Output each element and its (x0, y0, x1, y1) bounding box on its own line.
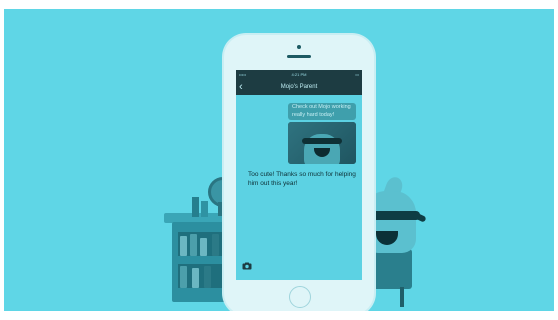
phone-screen: ••••• 4:21 PM ▭ Mojo's Parent ‹ Check ou… (236, 70, 362, 280)
globe-stand (218, 202, 222, 216)
front-camera (297, 45, 301, 49)
home-button[interactable] (289, 286, 311, 308)
phone-device: ••••• 4:21 PM ▭ Mojo's Parent ‹ Check ou… (224, 35, 374, 311)
hero-illustration: ••••• 4:21 PM ▭ Mojo's Parent ‹ Check ou… (4, 9, 554, 311)
chat-title: Mojo's Parent (280, 84, 318, 90)
status-time: 4:21 PM (291, 72, 307, 77)
desk-leg (400, 287, 404, 307)
camera-icon[interactable] (242, 262, 252, 270)
status-bar: ••••• 4:21 PM ▭ (236, 70, 362, 80)
chevron-left-icon[interactable]: ‹ (239, 80, 243, 95)
phone-speaker (287, 55, 311, 58)
shared-photo[interactable] (288, 122, 356, 164)
incoming-message: Check out Mojo working really hard today… (288, 103, 356, 120)
reply-message: Too cute! Thanks so much for helping him… (248, 171, 356, 187)
chat-header: Mojo's Parent ‹ (236, 80, 362, 95)
battery-icon: ▭ (355, 72, 359, 77)
